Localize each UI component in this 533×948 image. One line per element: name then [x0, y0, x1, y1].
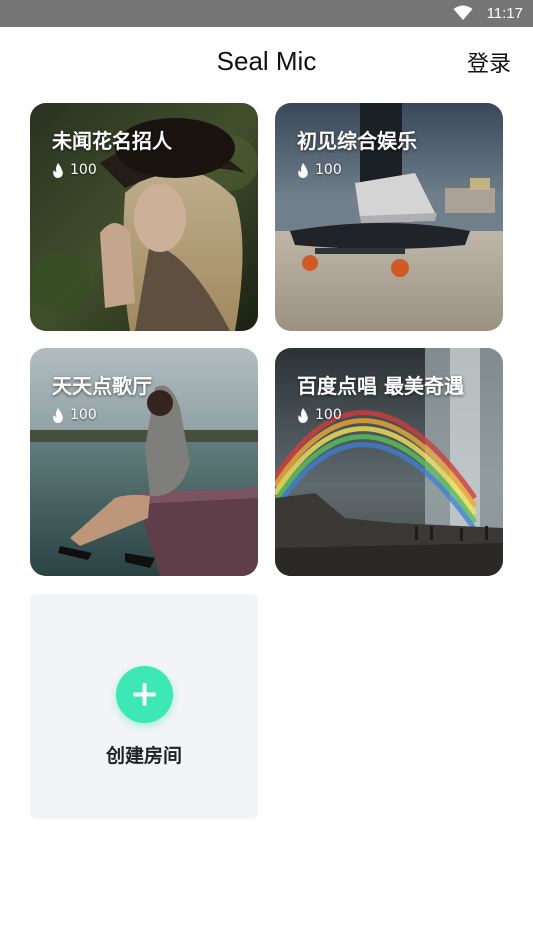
- status-bar: 11:17: [0, 0, 533, 27]
- app-title: Seal Mic: [216, 46, 317, 76]
- heat-value: 100: [70, 407, 97, 423]
- heat-value: 100: [315, 162, 342, 178]
- heat-value: 100: [315, 407, 342, 423]
- heat-count: 100: [52, 161, 97, 179]
- plus-icon: [133, 683, 156, 706]
- flame-icon: [53, 162, 63, 178]
- create-room-label: 创建房间: [105, 745, 182, 767]
- login-button[interactable]: 登录: [467, 46, 511, 78]
- heat-count: 100: [52, 406, 97, 424]
- room-name: 天天点歌厅: [52, 374, 152, 398]
- room-card[interactable]: 天天点歌厅 100: [30, 348, 258, 576]
- flame-icon: [298, 162, 308, 178]
- room-card[interactable]: 百度点唱 最美奇遇 100: [275, 348, 503, 576]
- room-name: 未闻花名招人: [52, 129, 172, 153]
- heat-count: 100: [297, 406, 342, 424]
- flame-icon: [298, 407, 308, 423]
- heat-value: 100: [70, 162, 97, 178]
- create-room-button[interactable]: 创建房间: [30, 594, 258, 819]
- heat-count: 100: [297, 161, 342, 179]
- room-name: 初见综合娱乐: [297, 129, 417, 153]
- room-card[interactable]: 未闻花名招人 100: [30, 103, 258, 331]
- add-button[interactable]: [116, 666, 173, 723]
- status-time: 11:17: [486, 5, 523, 22]
- wifi-icon: [453, 5, 473, 20]
- app-bar: Seal Mic 登录: [0, 27, 533, 97]
- room-card[interactable]: 初见综合娱乐 100: [275, 103, 503, 331]
- room-name: 百度点唱 最美奇遇: [297, 374, 464, 398]
- flame-icon: [53, 407, 63, 423]
